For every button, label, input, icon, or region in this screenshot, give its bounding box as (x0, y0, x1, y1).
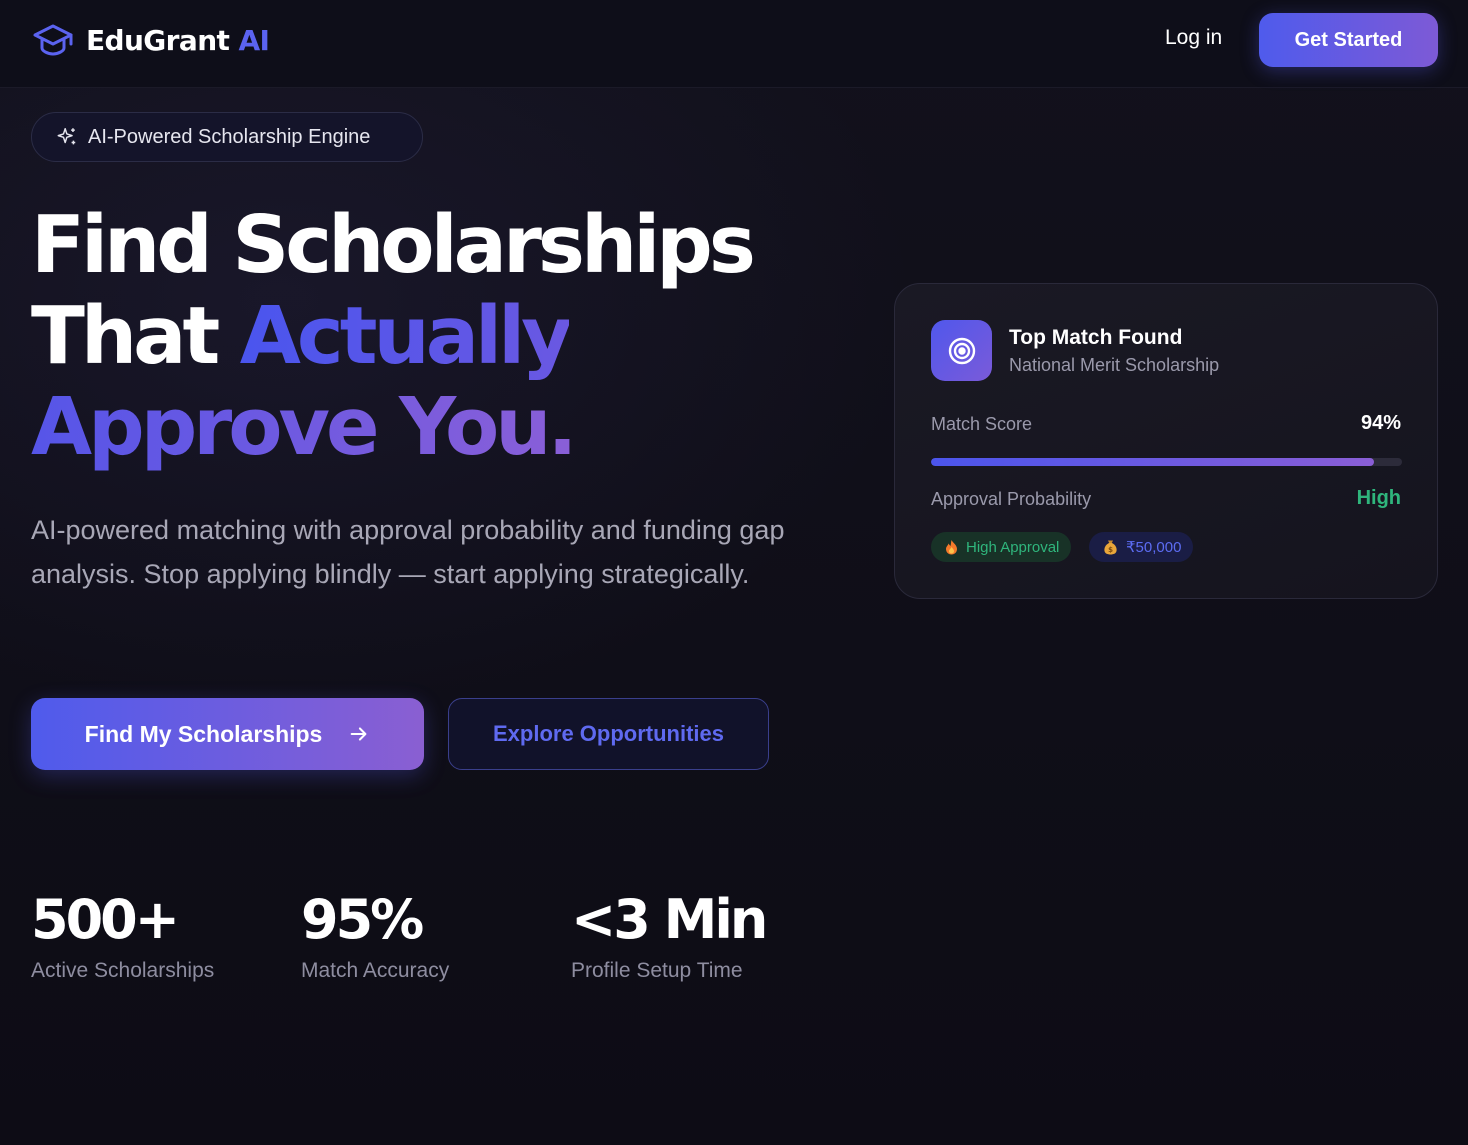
hero-subtitle: AI-powered matching with approval probab… (31, 515, 785, 589)
graduation-cap-icon (33, 24, 73, 56)
hero-headline: Find Scholarships That Actually Approve … (31, 199, 756, 473)
explore-opportunities-button[interactable]: Explore Opportunities (448, 698, 769, 770)
get-started-button[interactable]: Get Started (1259, 13, 1438, 67)
stat-value: 500+ (31, 888, 180, 951)
top-match-card[interactable]: Top Match Found National Merit Scholarsh… (894, 283, 1438, 599)
pill-label: AI-Powered Scholarship Engine (88, 125, 371, 148)
money-bag-icon: $ (1104, 540, 1117, 555)
high-approval-badge: High Approval (931, 532, 1072, 562)
approval-probability-label: Approval Probability (931, 489, 1092, 509)
find-scholarships-button[interactable]: Find My Scholarships (31, 698, 424, 770)
brand-logo[interactable]: EduGrant AI (32, 22, 270, 58)
brand-main: EduGrant (86, 23, 230, 57)
hero-section: AI-Powered Scholarship Engine Find Schol… (0, 88, 1468, 1145)
amount-badge: $ ₹50,000 (1089, 532, 1194, 562)
stat-label: Profile Setup Time (571, 959, 743, 982)
svg-text:$: $ (1108, 546, 1113, 554)
match-card-title: Top Match Found (1009, 326, 1183, 349)
badge-label: ₹50,000 (1126, 539, 1182, 556)
match-card-subtitle: National Merit Scholarship (1009, 355, 1220, 375)
sparkles-icon (57, 128, 76, 145)
stat-value: <3 Min (571, 888, 768, 951)
headline-line3: Approve You. (31, 381, 578, 473)
stat-label: Active Scholarships (31, 959, 215, 982)
stat-label: Match Accuracy (301, 959, 450, 982)
headline-line2-accent: Actually (239, 290, 573, 382)
match-icon-box (931, 320, 992, 381)
brand-name: EduGrant AI (86, 23, 270, 57)
stat-match-accuracy: 95% Match Accuracy (301, 885, 449, 983)
match-score-label: Match Score (931, 414, 1033, 434)
login-link[interactable]: Log in (1165, 26, 1222, 50)
find-scholarships-label: Find My Scholarships (84, 720, 323, 747)
stat-value: 95% (301, 888, 424, 951)
arrow-right-icon (351, 727, 367, 741)
headline-line2-plain: That (31, 290, 220, 382)
match-score-bar (931, 458, 1402, 466)
stat-setup-time: <3 Min Profile Setup Time (571, 885, 768, 983)
target-icon (948, 337, 975, 364)
feature-pill: AI-Powered Scholarship Engine (31, 112, 423, 162)
match-score-bar-fill (931, 458, 1374, 466)
fire-icon (946, 540, 957, 555)
stat-active-scholarships: 500+ Active Scholarships (31, 885, 214, 983)
match-score-value: 94% (1360, 412, 1401, 434)
brand-accent: AI (238, 23, 270, 57)
badge-label: High Approval (966, 538, 1060, 556)
headline-line1: Find Scholarships (31, 199, 756, 291)
approval-probability-value: High (1356, 487, 1401, 509)
top-nav: EduGrant AI Log in Get Started (0, 0, 1468, 88)
